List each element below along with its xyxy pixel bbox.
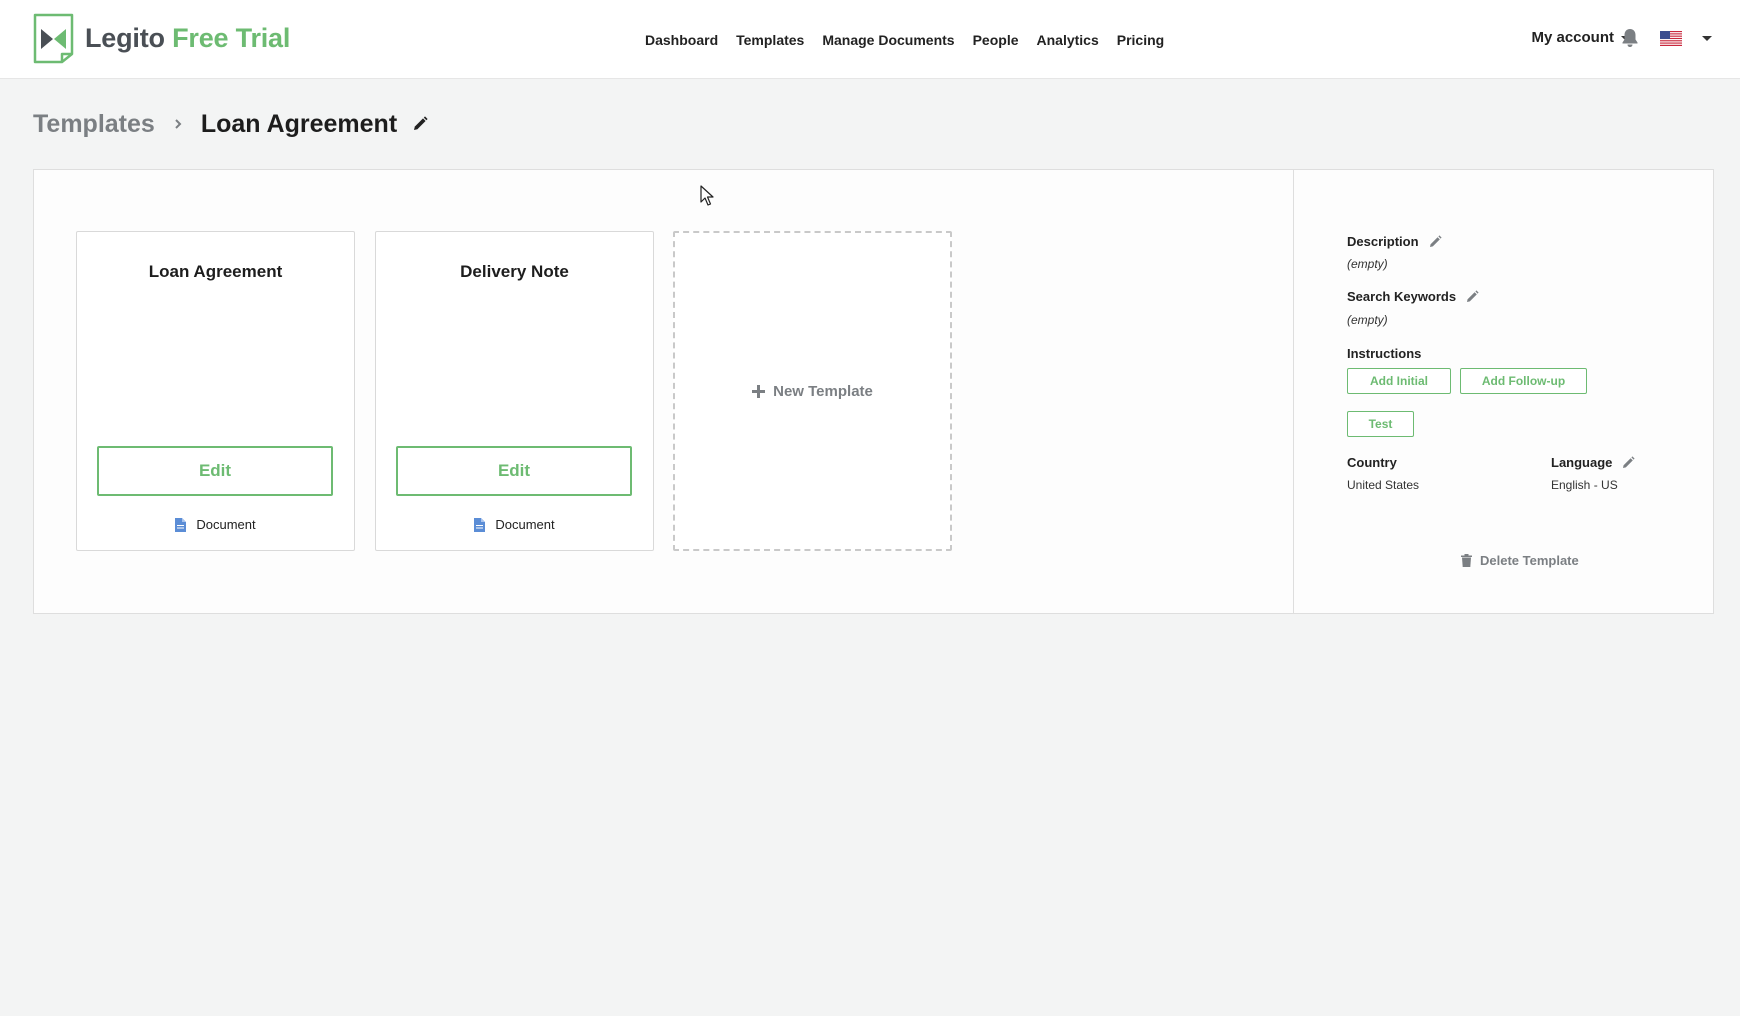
template-card: Loan Agreement Edit Document [76,231,355,551]
keywords-label: Search Keywords [1347,289,1457,304]
my-account-menu[interactable]: My account [1531,29,1631,46]
logo-trial: Free Trial [172,23,291,53]
new-template-button[interactable]: New Template [673,231,952,551]
card-type-label: Document [495,517,555,532]
add-initial-button[interactable]: Add Initial [1347,368,1451,394]
card-title: Delivery Note [460,262,569,281]
plus-icon [752,384,766,398]
logo-text: Legito Free Trial [85,23,290,54]
instructions-label: Instructions [1347,346,1422,361]
description-label-row: Description [1347,234,1442,249]
page-title: Loan Agreement [200,109,398,138]
language-value: English - US [1551,478,1618,492]
card-title: Loan Agreement [148,262,283,281]
country-label: Country [1347,455,1397,470]
chevron-right-icon [175,119,182,129]
document-icon [474,517,486,532]
trash-icon [1461,554,1472,567]
pencil-icon[interactable] [1622,456,1636,469]
delete-template-button[interactable]: Delete Template [1461,553,1579,568]
edit-button[interactable]: Edit [97,446,333,496]
main-nav: Dashboard Templates Manage Documents Peo… [645,0,1182,79]
nav-manage-documents[interactable]: Manage Documents [822,32,954,48]
nav-dashboard[interactable]: Dashboard [645,32,718,48]
pencil-icon[interactable] [412,116,428,132]
nav-pricing[interactable]: Pricing [1117,32,1164,48]
nav-analytics[interactable]: Analytics [1037,32,1099,48]
language-chevron-down-icon[interactable] [1702,36,1712,41]
bell-icon[interactable] [1621,28,1639,48]
language-label-row: Language [1551,455,1636,470]
template-panel: Loan Agreement Edit Document Delivery No… [33,169,1714,614]
card-type-label: Document [196,517,256,532]
template-details: Description (empty) Search Keywords (emp… [1315,170,1695,613]
us-flag-icon[interactable] [1660,31,1682,46]
logo[interactable]: Legito Free Trial [33,13,290,64]
card-type: Document [376,517,653,532]
logo-brand: Legito [85,23,165,53]
keywords-label-row: Search Keywords [1347,289,1479,304]
nav-templates[interactable]: Templates [736,32,804,48]
keywords-value: (empty) [1347,313,1388,327]
test-button[interactable]: Test [1347,411,1414,437]
country-value: United States [1347,478,1420,492]
pencil-icon[interactable] [1429,235,1442,248]
description-label: Description [1347,234,1419,249]
panel-divider [1293,170,1294,613]
top-bar: Legito Free Trial Dashboard Templates Ma… [0,0,1740,79]
my-account-label: My account [1531,29,1614,46]
document-icon [175,517,187,532]
breadcrumb-templates-link[interactable]: Templates [33,110,155,139]
card-type: Document [77,517,354,532]
add-follow-up-button[interactable]: Add Follow-up [1460,368,1587,394]
delete-template-label: Delete Template [1480,553,1579,568]
template-card: Delivery Note Edit Document [375,231,654,551]
edit-button[interactable]: Edit [396,446,632,496]
mouse-cursor-icon [700,185,714,206]
pencil-icon[interactable] [1466,290,1479,303]
new-template-label: New Template [773,382,873,400]
breadcrumb: Templates Loan Agreement [33,108,428,140]
language-label: Language [1551,455,1613,470]
legito-logo-icon [33,13,74,64]
nav-people[interactable]: People [973,32,1019,48]
description-value: (empty) [1347,257,1388,271]
